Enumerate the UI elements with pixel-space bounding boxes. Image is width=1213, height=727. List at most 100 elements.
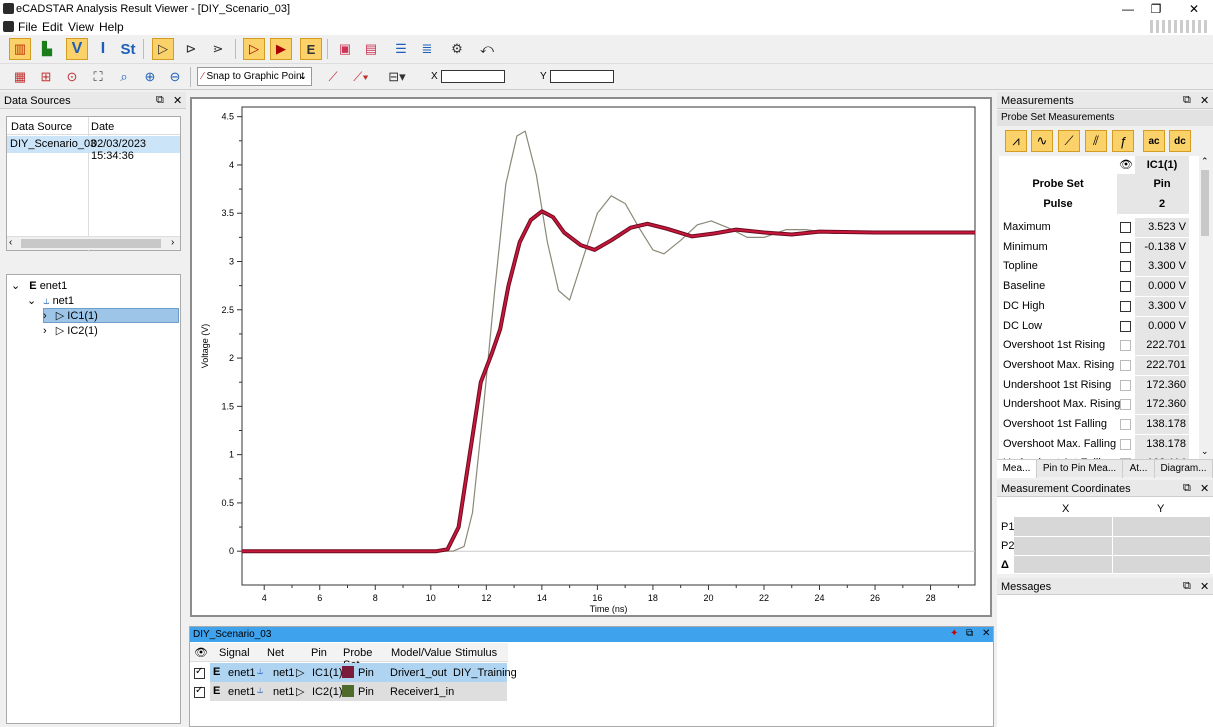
cursor-tool-icon[interactable]: ⊟▾ <box>386 66 408 88</box>
tab-pin-to-pin[interactable]: Pin to Pin Mea... <box>1037 460 1123 478</box>
pin-icon[interactable]: ✦ <box>950 628 958 639</box>
horizontal-scrollbar[interactable]: ‹ › <box>7 236 180 250</box>
measurement-row[interactable]: Overshoot Max. Rising 222.701 mV <box>999 355 1199 390</box>
measurement-row[interactable]: DC High 3.300 V <box>999 296 1199 317</box>
scroll-up-icon[interactable]: ⌃ <box>1201 156 1209 167</box>
tree-node-ic2[interactable]: › ▷ IC2(1) <box>43 324 98 337</box>
close-button[interactable]: ✕ <box>1180 1 1208 17</box>
col-model-value[interactable]: Model/Value <box>391 647 451 659</box>
eye-icon[interactable]: 👁 <box>1119 158 1133 171</box>
table-row[interactable]: E enet1 ⥿ net1 ▷ IC2(1) Pin Receiver1_in <box>190 682 507 701</box>
zoom-area-icon[interactable]: ⌕ <box>113 66 135 88</box>
tree-node-net1[interactable]: ⌄ ⥿ net1 <box>27 294 74 308</box>
waveform-plot[interactable]: 0 0.5 1 1.5 2 2.5 3 3.5 4 4.5 4 6 8 10 12 14 16 18 20 22 24 2… <box>192 99 990 615</box>
measurement-row[interactable]: Undershoot Max. Rising 172.360 mV <box>999 395 1199 429</box>
tree-node-enet1[interactable]: ⌄ E enet1 <box>11 279 67 292</box>
zoom-out-icon[interactable]: ⊖ <box>164 66 186 88</box>
current-icon[interactable]: I <box>92 38 114 60</box>
driver-pin-icon[interactable]: ▷ <box>243 38 265 60</box>
slope-icon[interactable]: ⟋ <box>1058 130 1080 152</box>
col-signal[interactable]: Signal <box>219 647 250 659</box>
measurement-checkbox[interactable] <box>1120 300 1131 312</box>
visibility-checkbox[interactable] <box>194 666 205 679</box>
scroll-thumb[interactable] <box>1201 170 1209 236</box>
layout-icon[interactable]: ☰ <box>390 38 412 60</box>
measurement-row[interactable]: DC Low 0.000 V <box>999 316 1199 337</box>
menu-view[interactable]: View <box>68 20 94 34</box>
tab-measurements[interactable]: Mea... <box>997 460 1037 478</box>
export-icon[interactable]: ▣ <box>334 38 356 60</box>
connect-icon[interactable]: ⤺ <box>476 38 498 60</box>
eye-icon[interactable]: 👁 <box>194 646 208 659</box>
measurement-row[interactable]: Overshoot Max. Falling 138.178 mV <box>999 434 1199 460</box>
float-icon[interactable]: ⧉ <box>156 94 164 107</box>
menu-edit[interactable]: Edit <box>42 20 63 34</box>
y-coordinate-field[interactable] <box>550 70 614 83</box>
zoom-all-icon[interactable]: ⛶ <box>87 66 109 88</box>
probe-driver-icon[interactable]: ▷ <box>152 38 174 60</box>
scroll-left-icon[interactable]: ‹ <box>9 237 12 248</box>
vertical-scrollbar[interactable]: ⌃ ⌄ <box>1199 156 1211 460</box>
collapse-icon[interactable]: ⌄ <box>27 295 36 307</box>
table-row[interactable]: E enet1 ⥿ net1 ▷ IC1(1) Pin Driver1_out … <box>190 663 517 682</box>
float-icon[interactable]: ⧉ <box>1183 94 1191 107</box>
scroll-down-icon[interactable]: ⌄ <box>1201 446 1209 457</box>
collapse-icon[interactable]: ⌄ <box>11 280 20 292</box>
measurement-checkbox[interactable] <box>1120 222 1131 233</box>
measurement-checkbox[interactable] <box>1120 340 1131 352</box>
close-panel-icon[interactable]: ✕ <box>1200 580 1209 593</box>
probe-color-swatch[interactable] <box>342 666 354 678</box>
ac-icon[interactable]: ac <box>1143 130 1165 152</box>
menu-help[interactable]: Help <box>99 20 124 34</box>
float-icon[interactable]: ⧉ <box>1183 482 1191 495</box>
measurement-row[interactable]: Overshoot 1st Falling 138.178 mV <box>999 415 1199 449</box>
gear-icon[interactable]: ⚙ <box>446 38 468 60</box>
col-stimulus[interactable]: Stimulus <box>455 647 497 659</box>
x-coordinate-field[interactable] <box>441 70 505 83</box>
scroll-thumb[interactable] <box>21 239 161 248</box>
snap-dropdown[interactable]: ⁄ Snap to Graphic Point ⌄ <box>197 67 312 86</box>
table-row[interactable]: DIY_Scenario_03 02/03/2023 15:34:36 <box>7 136 180 162</box>
voltage-icon[interactable]: V <box>66 38 88 60</box>
probe-color-swatch[interactable] <box>342 685 354 697</box>
float-icon[interactable]: ⧉ <box>1183 580 1191 593</box>
probe-receiver-icon[interactable]: ⊳ <box>180 38 202 60</box>
waveform-chart[interactable]: 0 0.5 1 1.5 2 2.5 3 3.5 4 4.5 4 6 8 10 12 14 16 18 20 22 24 2… <box>190 97 992 617</box>
enet-icon[interactable]: E <box>300 38 322 60</box>
visibility-checkbox[interactable] <box>194 685 205 698</box>
close-panel-icon[interactable]: ✕ <box>173 94 182 107</box>
col-net[interactable]: Net <box>267 647 284 659</box>
bar-chart-icon[interactable]: ▙ <box>36 38 58 60</box>
measurement-row[interactable]: Minimum -0.138 V <box>999 237 1199 258</box>
col-pin[interactable]: Pin <box>311 647 327 659</box>
stack-icon[interactable]: ≣ <box>416 38 438 60</box>
zoom-window-icon[interactable]: ⊞ <box>35 66 57 88</box>
restore-button[interactable]: ❐ <box>1142 1 1170 17</box>
close-panel-icon[interactable]: ✕ <box>1200 482 1209 495</box>
measurement-row[interactable]: Topline 3.300 V <box>999 257 1199 277</box>
waveform-chart-icon[interactable]: ▥ <box>9 38 31 60</box>
ruler-icon[interactable]: ⟋ <box>322 66 344 88</box>
scroll-right-icon[interactable]: › <box>171 237 174 248</box>
measurement-checkbox[interactable] <box>1120 281 1131 293</box>
measurement-checkbox[interactable] <box>1120 438 1131 450</box>
tab-diagram[interactable]: Diagram... <box>1155 460 1213 478</box>
measurement-checkbox[interactable] <box>1120 320 1131 332</box>
measurement-row[interactable]: Baseline 0.000 V <box>999 277 1199 297</box>
measurement-checkbox[interactable] <box>1120 359 1131 371</box>
probe-branch-icon[interactable]: ⋗ <box>207 38 229 60</box>
rise-time-icon[interactable]: ⩘ <box>1005 130 1027 152</box>
measurement-checkbox[interactable] <box>1120 419 1131 430</box>
measure-tool-icon[interactable]: ⟋▾ <box>350 66 372 88</box>
col-data-source[interactable]: Data Source <box>11 121 72 133</box>
tab-attributes[interactable]: At... <box>1123 460 1155 478</box>
minimize-button[interactable]: — <box>1114 1 1142 17</box>
close-panel-icon[interactable]: ✕ <box>1200 94 1209 107</box>
float-icon[interactable]: ⧉ <box>966 628 973 639</box>
expand-icon[interactable]: › <box>43 325 47 337</box>
zoom-in-icon[interactable]: ⊕ <box>139 66 161 88</box>
slew-icon[interactable]: ⫽ <box>1085 130 1107 152</box>
measurement-row[interactable]: Undershoot 1st Rising 172.360 mV <box>999 375 1199 410</box>
measurement-checkbox[interactable] <box>1120 261 1131 273</box>
state-icon[interactable]: St <box>117 38 139 60</box>
